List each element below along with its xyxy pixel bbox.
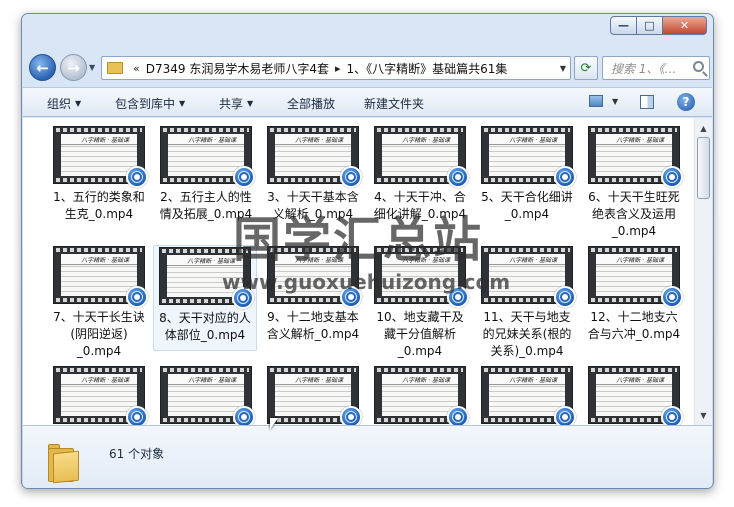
media-player-icon (126, 286, 148, 308)
file-tile[interactable]: 八字精断 · 基础课 (582, 366, 686, 425)
file-tile[interactable]: 八字精断 · 基础课 11、天干与地支 的兄妹关系(根的 关系)_0.mp4 (475, 246, 579, 360)
play-all-button[interactable]: 全部播放 (287, 95, 335, 112)
video-thumbnail: 八字精断 · 基础课 (53, 366, 148, 425)
forward-button[interactable]: → (60, 54, 87, 81)
close-button[interactable]: ✕ (663, 16, 707, 35)
media-player-icon (340, 166, 362, 188)
back-button[interactable]: ← (29, 54, 56, 81)
view-options-chevron-icon[interactable]: ▼ (612, 97, 618, 106)
file-tile[interactable]: 八字精断 · 基础课 12、十二地支六 合与六冲_0.mp4 (582, 246, 686, 343)
media-player-icon (126, 406, 148, 425)
file-name: 12、十二地支六 合与六冲_0.mp4 (587, 310, 681, 341)
refresh-icon: ⟳ (580, 60, 592, 76)
file-name: 8、天干对应的人 体部位_0.mp4 (159, 311, 251, 342)
media-player-icon (661, 286, 683, 308)
chevron-down-icon: ▼ (179, 99, 186, 108)
search-input[interactable]: 搜索 1、《… (602, 56, 710, 80)
back-arrow-icon: ← (36, 58, 49, 77)
video-thumbnail: 八字精断 · 基础课 (588, 366, 683, 425)
video-thumbnail: 八字精断 · 基础课 (53, 246, 148, 308)
file-name: 11、天干与地支 的兄妹关系(根的 关系)_0.mp4 (482, 310, 572, 358)
file-name: 1、五行的类象和 生克_0.mp4 (53, 190, 145, 221)
mouse-cursor-icon (270, 418, 278, 430)
help-icon[interactable]: ? (677, 93, 695, 111)
scroll-down-icon[interactable]: ▼ (695, 407, 712, 423)
file-tile[interactable]: 八字精断 · 基础课 5、天干合化细讲 _0.mp4 (475, 126, 579, 223)
media-player-icon (661, 166, 683, 188)
breadcrumb-current[interactable]: 1、《八字精断》基础篇共61集 (347, 60, 508, 77)
file-tile[interactable]: 八字精断 · 基础课 7、十天干长生诀 (阴阳逆返) _0.mp4 (47, 246, 151, 360)
search-placeholder: 搜索 1、《… (611, 61, 677, 76)
video-thumbnail: 八字精断 · 基础课 (267, 366, 362, 425)
share-label: 共享 (219, 97, 244, 111)
address-dropdown-icon[interactable]: ▼ (560, 64, 566, 73)
media-player-icon (661, 406, 683, 425)
include-in-library-label: 包含到库中 (115, 97, 176, 111)
video-thumbnail: 八字精断 · 基础课 (481, 366, 576, 425)
item-count: 61 个对象 (109, 447, 165, 461)
forward-arrow-icon: → (67, 58, 80, 77)
file-name: 7、十天干长生诀 (阴阳逆返) _0.mp4 (53, 310, 145, 358)
preview-pane-icon[interactable] (640, 95, 654, 109)
overflow-chevron-icon[interactable]: « (133, 62, 140, 75)
video-thumbnail: 八字精断 · 基础课 (481, 126, 576, 188)
caption-buttons: — □ ✕ (610, 16, 707, 35)
minimize-button[interactable]: — (610, 16, 637, 35)
video-thumbnail: 八字精断 · 基础课 (160, 126, 255, 188)
file-tile[interactable]: 八字精断 · 基础课 (475, 366, 579, 425)
media-player-icon (340, 406, 362, 425)
file-name: 6、十天干生旺死 绝表含义及运用 _0.mp4 (588, 190, 680, 238)
change-view-icon[interactable] (589, 95, 603, 107)
video-thumbnail: 八字精断 · 基础课 (53, 126, 148, 188)
media-player-icon (126, 166, 148, 188)
file-tile[interactable]: 八字精断 · 基础课 (261, 366, 365, 425)
maximize-button[interactable]: □ (637, 16, 663, 35)
command-bar: 组织 ▼ 包含到库中 ▼ 共享 ▼ 全部播放 新建文件夹 ▼ ? (23, 87, 712, 117)
search-icon (693, 61, 704, 72)
media-player-icon (233, 406, 255, 425)
file-name: 5、天干合化细讲 _0.mp4 (481, 190, 573, 221)
file-tile[interactable]: 八字精断 · 基础课 (154, 366, 258, 425)
media-player-icon (554, 166, 576, 188)
file-tile[interactable]: 八字精断 · 基础课 6、十天干生旺死 绝表含义及运用 _0.mp4 (582, 126, 686, 240)
share-button[interactable]: 共享 ▼ (219, 95, 253, 112)
media-player-icon (554, 286, 576, 308)
video-thumbnail: 八字精断 · 基础课 (374, 366, 469, 425)
media-player-icon (233, 166, 255, 188)
file-tile[interactable]: 八字精断 · 基础课 (368, 366, 472, 425)
folder-icon (48, 444, 81, 484)
include-in-library-button[interactable]: 包含到库中 ▼ (115, 95, 185, 112)
recent-pages-dropdown[interactable]: ▼ (89, 63, 95, 72)
video-thumbnail: 八字精断 · 基础课 (160, 366, 255, 425)
media-player-icon (447, 166, 469, 188)
file-name: 9、十二地支基本 含义解析_0.mp4 (266, 310, 360, 341)
scroll-up-icon[interactable]: ▲ (695, 120, 712, 136)
video-thumbnail: 八字精断 · 基础课 (374, 126, 469, 188)
vertical-scrollbar[interactable]: ▲ ▼ (694, 118, 712, 425)
scrollbar-thumb[interactable] (697, 137, 710, 199)
chevron-down-icon: ▼ (247, 99, 254, 108)
video-thumbnail: 八字精断 · 基础课 (588, 126, 683, 188)
folder-icon (107, 62, 123, 74)
organize-button[interactable]: 组织 ▼ (47, 95, 81, 112)
address-bar[interactable]: « D7349 东润易学木易老师八字4套 ▸ 1、《八字精断》基础篇共61集 ▼ (101, 56, 571, 80)
media-player-icon (554, 406, 576, 425)
breadcrumb-separator-icon[interactable]: ▸ (335, 62, 341, 75)
watermark-url: www.guoxuehuizong.com (222, 270, 511, 294)
watermark-title: 国学汇总站 (233, 212, 484, 268)
file-tile[interactable]: 八字精断 · 基础课 (47, 366, 151, 425)
breadcrumb-parent[interactable]: D7349 东润易学木易老师八字4套 (146, 60, 329, 77)
refresh-button[interactable]: ⟳ (574, 56, 598, 80)
media-player-icon (447, 406, 469, 425)
organize-label: 组织 (47, 97, 72, 111)
new-folder-button[interactable]: 新建文件夹 (364, 95, 424, 112)
chevron-down-icon: ▼ (75, 99, 82, 108)
file-name: 10、地支藏干及 藏干分值解析 _0.mp4 (376, 310, 464, 358)
details-pane: 61 个对象 (23, 425, 712, 488)
file-tile[interactable]: 八字精断 · 基础课 1、五行的类象和 生克_0.mp4 (47, 126, 151, 223)
video-thumbnail: 八字精断 · 基础课 (588, 246, 683, 308)
video-thumbnail: 八字精断 · 基础课 (267, 126, 362, 188)
